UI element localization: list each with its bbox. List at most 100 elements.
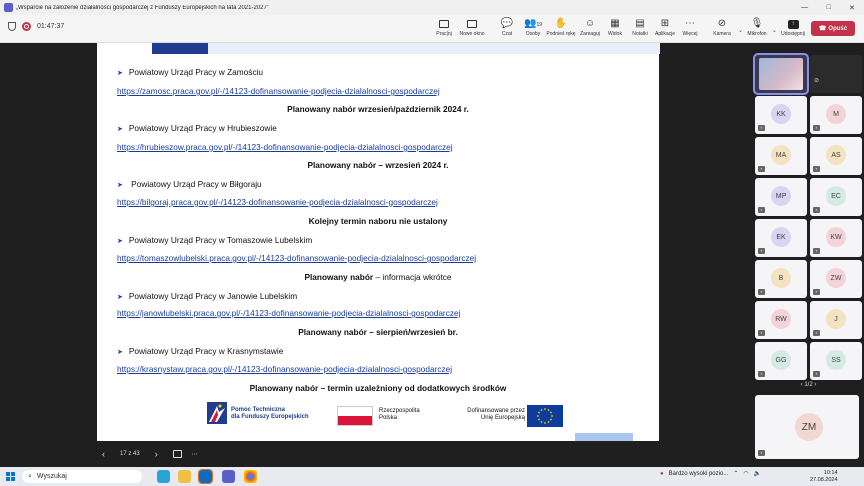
mic-muted-icon: ▪	[813, 371, 820, 377]
avatar: KK	[771, 104, 791, 124]
participant-tile[interactable]: ZW ▪	[810, 260, 862, 298]
more-button[interactable]: ⋯ Więcej	[675, 18, 705, 37]
window-title: „Wsparcie na założenie działalności gosp…	[16, 4, 269, 11]
funding-logos: Pomoc Techniczna dla Funduszy Europejski…	[207, 401, 567, 429]
participant-video-tile[interactable]	[753, 53, 809, 95]
office-link[interactable]: https://zamosc.praca.gov.pl/-/14123-dofi…	[117, 86, 440, 96]
participant-tile[interactable]: GG ▪	[755, 342, 807, 380]
office-link[interactable]: https://krasnystaw.praca.gov.pl/-/14123-…	[117, 364, 452, 374]
present-button[interactable]: Prac|nj	[429, 18, 459, 37]
security-shield-icon[interactable]	[8, 22, 16, 31]
plan-note: Planowany nabór – informacja wkrótce	[304, 272, 452, 282]
share-icon: ↑	[787, 20, 799, 29]
mic-muted-icon: ▪	[813, 248, 820, 254]
taskbar-search-input[interactable]: ⌕ Wyszukaj	[22, 470, 142, 483]
participant-tile[interactable]: B ▪	[755, 260, 807, 298]
air-quality-icon: ●	[660, 470, 664, 477]
self-video-tile[interactable]: ⊘	[810, 55, 862, 93]
file-explorer-icon[interactable]	[178, 470, 191, 483]
chevron-up-icon[interactable]: ⌃	[733, 470, 738, 477]
plan-note: Planowany nabór – sierpień/wrzesień br.	[298, 327, 458, 337]
wifi-icon[interactable]: ◠	[743, 470, 748, 477]
taskbar-clock[interactable]: 10:14 27.08.2024	[810, 470, 838, 483]
edge-app-icon[interactable]	[157, 470, 170, 483]
funds-logo-icon	[207, 402, 227, 424]
office-link[interactable]: https://tomaszowlubelski.praca.gov.pl/-/…	[117, 253, 476, 263]
mic-options-chevron-icon[interactable]: ⌄	[772, 27, 777, 34]
office-link[interactable]: https://janowlubelski.praca.gov.pl/-/141…	[117, 308, 460, 318]
participant-tile[interactable]: MP ▪	[755, 178, 807, 216]
office-item: ➤ Powiatowy Urząd Pracy w Zamościu	[117, 67, 264, 77]
window-icon	[467, 20, 477, 28]
avatar: ZM	[795, 413, 823, 441]
office-link[interactable]: https://bilgoraj.praca.gov.pl/-/14123-do…	[117, 197, 438, 207]
office-link[interactable]: https://hrubieszow.praca.gov.pl/-/14123-…	[117, 142, 453, 152]
camera-off-icon: ⊘	[814, 78, 820, 84]
mic-muted-icon: ▪	[758, 371, 765, 377]
more-icon: ⋯	[685, 18, 695, 29]
participant-tile[interactable]: RW ▪	[755, 301, 807, 339]
raise-hand-button[interactable]: ✋ Podnieś rękę	[546, 18, 576, 37]
mic-muted-icon: ▪	[813, 166, 820, 172]
outlook-app-icon[interactable]	[198, 469, 213, 484]
participant-tile[interactable]: KW ▪	[810, 219, 862, 257]
avatar: J	[826, 309, 846, 329]
poland-logo-text: Rzeczpospolita Polska	[379, 408, 420, 421]
slide-counter: 17 z 43	[120, 451, 140, 457]
present-view-icon[interactable]	[172, 450, 182, 458]
avatar: EK	[771, 227, 791, 247]
phone-icon: ☎	[818, 26, 827, 32]
new-window-button[interactable]: Nowe okno	[457, 18, 487, 37]
participant-tile[interactable]: M ▪	[810, 96, 862, 134]
mic-muted-icon: ▪	[758, 248, 765, 254]
more-options-icon[interactable]: ⋯	[192, 451, 198, 458]
teams-taskbar-icon[interactable]	[222, 470, 235, 483]
grid-icon: ▦	[610, 18, 620, 29]
share-button[interactable]: ↑ Udostępnij	[778, 18, 808, 37]
shared-slide: ➤ Powiatowy Urząd Pracy w Zamościu https:…	[97, 43, 660, 441]
office-item: ➤ Powiatowy Urząd Pracy w Krasnymstawie	[117, 346, 284, 356]
mic-muted-icon: ▪	[758, 450, 765, 456]
people-button[interactable]: 👥19 Osoby	[518, 18, 548, 37]
next-slide-button[interactable]: ›	[150, 449, 163, 459]
next-page-button[interactable]: ›	[814, 382, 816, 388]
participant-tile[interactable]: MA ▪	[755, 137, 807, 175]
participant-tile[interactable]: EC ▪	[810, 178, 862, 216]
previous-slide-button[interactable]: ‹	[97, 449, 110, 459]
participant-tile[interactable]: J ▪	[810, 301, 862, 339]
windows-taskbar: ⌕ Wyszukaj ● Bardzo wysoki pozio... ⌃ ◠ …	[0, 467, 864, 486]
participant-tile[interactable]: EK ▪	[755, 219, 807, 257]
recording-icon	[22, 22, 31, 31]
volume-icon[interactable]: 🔈	[754, 470, 761, 477]
maximize-button[interactable]: □	[826, 4, 830, 12]
mic-muted-icon: ▪	[758, 207, 765, 213]
participant-tile-large[interactable]: ZM ▪	[755, 395, 859, 459]
mic-muted-icon: ▪	[758, 289, 765, 295]
eu-logo-text: Dofinansowane przez Unię Europejską	[467, 408, 525, 421]
participant-tile[interactable]: KK ▪	[755, 96, 807, 134]
previous-page-button[interactable]: ‹	[801, 382, 803, 388]
avatar: SS	[826, 350, 846, 370]
mic-muted-icon: ▪	[758, 125, 765, 131]
tray-status-text[interactable]: Bardzo wysoki pozio...	[669, 471, 729, 477]
avatar: KW	[826, 227, 846, 247]
search-icon: ⌕	[28, 472, 32, 480]
notes-icon: ▤	[635, 18, 645, 29]
close-window-button[interactable]: ✕	[849, 4, 855, 12]
windows-start-icon[interactable]	[6, 472, 15, 481]
minimize-button[interactable]: —	[801, 4, 808, 12]
participant-tile[interactable]: SS ▪	[810, 342, 862, 380]
camera-button[interactable]: ⊘ Kamera	[707, 18, 737, 37]
people-icon: 👥19	[523, 18, 542, 29]
participant-tile[interactable]: AS ▪	[810, 137, 862, 175]
meeting-toolbar: 01:47:37 Prac|nj Nowe okno 💬 Czat 👥19 Os…	[0, 15, 864, 43]
leave-button[interactable]: ☎ Opuść	[811, 21, 855, 36]
poland-flag-icon	[337, 406, 373, 426]
avatar: EC	[826, 186, 846, 206]
chrome-app-icon[interactable]	[244, 470, 257, 483]
office-item: ➤ Powiatowy Urząd Pracy w Biłgoraju	[117, 179, 262, 189]
microphone-button[interactable]: 🎙 Mikrofon	[742, 18, 772, 37]
meeting-timer: 01:47:37	[37, 23, 65, 30]
eu-flag-icon	[527, 405, 563, 427]
participants-panel: ⊘ KK ▪ M ▪ MA ▪ AS ▪ MP ▪ EC ▪ EK ▪ KW ▪ B ▪ ZW ▪ RW ▪ J ▪ GG ▪ SS…	[753, 52, 864, 464]
